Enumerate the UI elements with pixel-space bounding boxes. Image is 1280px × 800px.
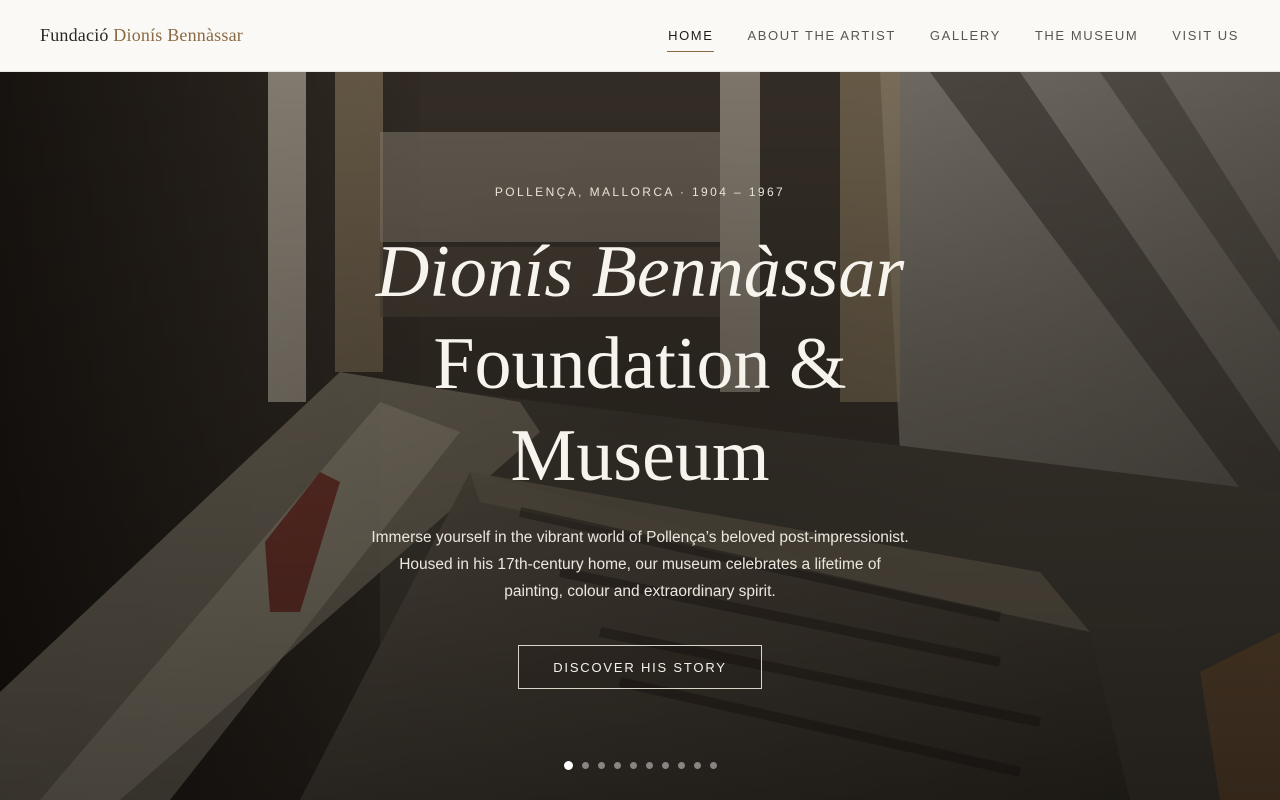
nav-home[interactable]: HOME bbox=[667, 22, 715, 52]
slider-dot-10[interactable] bbox=[709, 762, 717, 769]
main-nav: HOME ABOUT THE ARTIST GALLERY THE MUSEUM… bbox=[667, 22, 1240, 52]
slider-dot-7[interactable] bbox=[661, 762, 669, 769]
hero-title: Dionís Bennàssar Foundation & Museum bbox=[0, 226, 1280, 502]
hero-eyebrow: POLLENÇA, MALLORCA · 1904 – 1967 bbox=[494, 185, 786, 199]
hero-title-line-3: Museum bbox=[510, 415, 770, 497]
hero-subtitle: Immerse yourself in the vibrant world of… bbox=[371, 529, 909, 600]
slider-dots bbox=[0, 761, 1280, 770]
slider-dot-9[interactable] bbox=[693, 762, 701, 769]
hero-title-line-2: Foundation & bbox=[433, 323, 847, 405]
slider-dot-6[interactable] bbox=[645, 762, 653, 769]
logo-text-first: Fundació bbox=[40, 25, 109, 45]
hero-section: POLLENÇA, MALLORCA · 1904 – 1967 Dionís … bbox=[0, 72, 1280, 800]
nav-about-the-artist[interactable]: ABOUT THE ARTIST bbox=[746, 22, 896, 49]
nav-visit-us[interactable]: VISIT US bbox=[1171, 22, 1240, 49]
site-header: Fundació Dionís Bennàssar HOME ABOUT THE… bbox=[0, 0, 1280, 72]
site-logo[interactable]: Fundació Dionís Bennàssar bbox=[40, 25, 243, 46]
hero-title-line-1: Dionís Bennàssar bbox=[375, 231, 905, 313]
logo-text-second: Dionís Bennàssar bbox=[113, 25, 243, 45]
slider-dot-8[interactable] bbox=[677, 762, 685, 769]
nav-gallery[interactable]: GALLERY bbox=[929, 22, 1002, 49]
nav-the-museum[interactable]: THE MUSEUM bbox=[1034, 22, 1139, 49]
slider-dot-4[interactable] bbox=[613, 762, 621, 769]
discover-his-story-button[interactable]: DISCOVER HIS STORY bbox=[518, 645, 762, 689]
slider-dot-5[interactable] bbox=[629, 762, 637, 769]
slider-dot-2[interactable] bbox=[581, 762, 589, 769]
slider-dot-1[interactable] bbox=[563, 761, 573, 770]
slider-dot-3[interactable] bbox=[597, 762, 605, 769]
